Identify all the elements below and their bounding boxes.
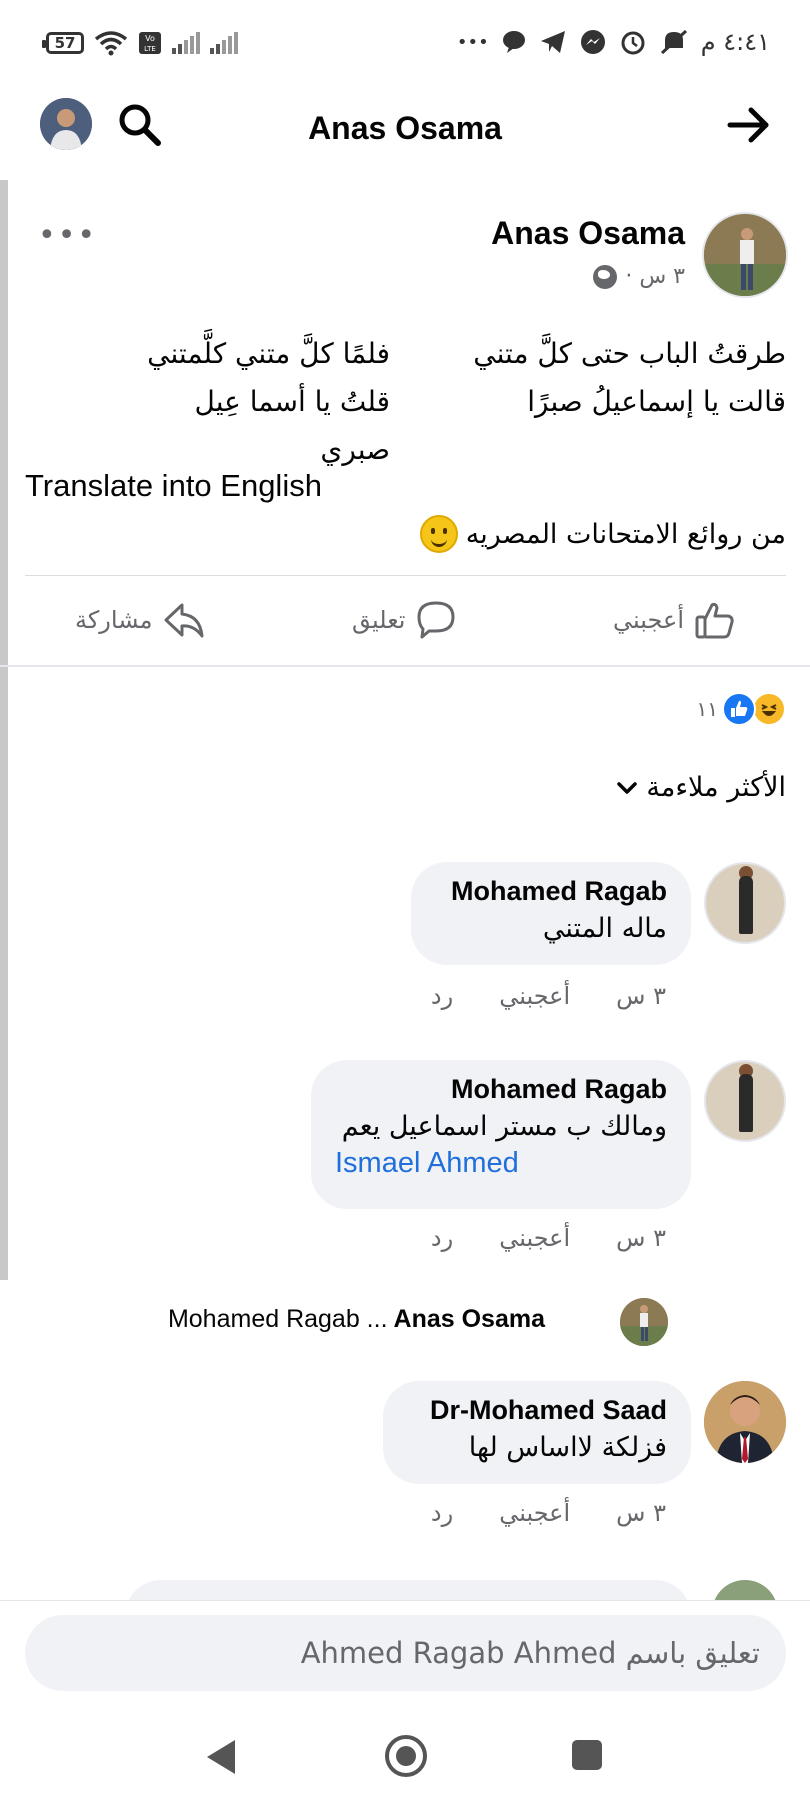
poem-left-column: فلمًا كلَّ متني كلَّمتني قلتُ يا أسما عِ… (120, 330, 390, 474)
reply-preview[interactable]: Mohamed Ragab ... Anas Osama (168, 1305, 545, 1334)
comment-input[interactable]: تعليق باسم Ahmed Ragab Ahmed (25, 1615, 786, 1691)
post-author-photo (704, 214, 786, 296)
share-button[interactable]: مشاركة (75, 595, 206, 645)
more-status-icon: ••• (456, 31, 489, 53)
post-meta: ٣ س · (593, 264, 685, 289)
reaction-summary[interactable]: ١١ (697, 692, 786, 726)
poem-line: طرقتُ الباب حتى كلَّ متني (473, 337, 786, 370)
comment-label: تعليق (352, 606, 406, 634)
thumbs-up-icon (695, 602, 734, 639)
commenter-photo (704, 1381, 786, 1463)
page-title: Anas Osama (308, 110, 502, 146)
wifi-icon (94, 31, 128, 56)
back-arrow-icon[interactable] (724, 100, 774, 150)
post-author-avatar[interactable] (702, 212, 788, 298)
comment-text: ومالك ب مستر اسماعيل يعم (341, 1111, 667, 1142)
chevron-down-icon (617, 781, 638, 794)
status-icons-right: ٤:٤١ م ••• (457, 28, 770, 56)
nav-home-icon[interactable] (385, 1735, 427, 1777)
mute-icon (660, 29, 687, 55)
comment-button[interactable]: تعليق (352, 595, 457, 645)
divider (0, 665, 810, 667)
reply-author: Anas Osama (393, 1305, 545, 1333)
commenter-avatar[interactable] (704, 862, 786, 944)
comment-icon (417, 601, 455, 639)
divider (25, 575, 786, 576)
reply-text: Mohamed Ragab ... (167, 1305, 388, 1333)
comment-time: ٣ س (616, 982, 666, 1010)
comment-actions: ٣ س أعجبني رد (431, 1499, 666, 1527)
reply-author-photo (620, 1298, 668, 1346)
comment-bubble[interactable]: Dr-Mohamed Saad فزلكة لااساس لها (383, 1381, 691, 1484)
comment-text: ماله المتني (542, 913, 667, 944)
battery-level: 57 (54, 34, 76, 52)
messenger-icon (580, 30, 605, 54)
clock-time: ٤:٤١ م (700, 28, 770, 56)
comment-reply-button[interactable]: رد (431, 1499, 453, 1527)
status-icons-left: 57 Vo LTE (42, 30, 238, 56)
reply-author-avatar[interactable] (620, 1298, 668, 1346)
thread-rule (0, 180, 8, 1280)
top-header: Anas Osama (0, 90, 810, 180)
comment-text: فزلكة لااساس لها (468, 1432, 667, 1463)
system-nav-bar (0, 1720, 810, 1800)
globe-icon (593, 264, 618, 289)
post-author-name[interactable]: Anas Osama (491, 215, 685, 252)
post-action-bar: أعجبني تعليق مشاركة (0, 595, 810, 650)
more-options-icon[interactable]: ••• (38, 218, 97, 253)
svg-text:LTE: LTE (144, 45, 156, 53)
alarm-icon (621, 31, 645, 55)
translate-link[interactable]: Translate into English (25, 468, 322, 504)
comment-reply-button[interactable]: رد (431, 1224, 453, 1252)
commenter-name[interactable]: Dr-Mohamed Saad (407, 1395, 667, 1426)
smiley-emoji-icon (419, 515, 458, 553)
poem-line: قالت يا إسماعيلُ صبرًا (527, 385, 786, 418)
like-reaction-icon (722, 692, 756, 726)
haha-reaction-icon (752, 692, 786, 726)
like-label: أعجبني (613, 606, 684, 634)
poem-line: قلتُ يا أسما عِيل صبري (194, 385, 391, 466)
mention-link[interactable]: Ismael Ahmed (335, 1147, 667, 1180)
comment-like-button[interactable]: أعجبني (499, 1499, 570, 1527)
nav-recents-icon[interactable] (572, 1740, 602, 1770)
like-button[interactable]: أعجبني (613, 595, 736, 645)
nav-back-icon[interactable] (207, 1740, 235, 1774)
comment-like-button[interactable]: أعجبني (499, 1224, 570, 1252)
comment-time: ٣ س (616, 1224, 666, 1252)
caption-text: من روائع الامتحانات المصريه (465, 518, 786, 550)
svg-text:Vo: Vo (145, 34, 155, 43)
signal-icon-1 (172, 32, 200, 54)
comment-actions: ٣ س أعجبني رد (431, 982, 666, 1010)
chat-bubble-icon (502, 31, 525, 53)
share-label: مشاركة (75, 606, 153, 634)
comment-reply-button[interactable]: رد (431, 982, 453, 1010)
comment-sort-dropdown[interactable]: الأكثر ملاءمة (616, 772, 786, 803)
comment-input-placeholder: تعليق باسم Ahmed Ragab Ahmed (300, 1636, 760, 1670)
post-caption: من روائع الامتحانات المصريه (419, 515, 786, 553)
comment-bubble[interactable]: Mohamed Ragab ومالك ب مستر اسماعيل يعم I… (311, 1060, 691, 1209)
share-icon (164, 603, 204, 638)
signal-icon-2 (210, 32, 238, 54)
battery-icon: 57 (42, 32, 84, 54)
avatar-figure-body (739, 1074, 753, 1132)
commenter-name[interactable]: Mohamed Ragab (435, 876, 667, 907)
avatar-figure-body (739, 876, 753, 934)
telegram-icon (540, 31, 565, 53)
reaction-count: ١١ (696, 697, 718, 721)
commenter-name[interactable]: Mohamed Ragab (335, 1074, 667, 1105)
volte-icon: Vo LTE (139, 32, 161, 54)
commenter-avatar[interactable] (704, 1381, 786, 1463)
post-time: ٣ س · (625, 264, 685, 289)
comment-like-button[interactable]: أعجبني (499, 982, 570, 1010)
comment-bubble[interactable]: Mohamed Ragab ماله المتني (411, 862, 691, 965)
comment-actions: ٣ س أعجبني رد (431, 1224, 666, 1252)
status-bar: 57 Vo LTE ٤:٤١ م ••• (0, 0, 810, 90)
comment-time: ٣ س (616, 1499, 666, 1527)
sort-label: الأكثر ملاءمة (646, 772, 786, 803)
commenter-avatar[interactable] (704, 1060, 786, 1142)
poem-right-column: طرقتُ الباب حتى كلَّ متني قالت يا إسماعي… (456, 330, 786, 426)
poem-line: فلمًا كلَّ متني كلَّمتني (147, 337, 390, 370)
comment-composer-bar: تعليق باسم Ahmed Ragab Ahmed (0, 1600, 810, 1720)
